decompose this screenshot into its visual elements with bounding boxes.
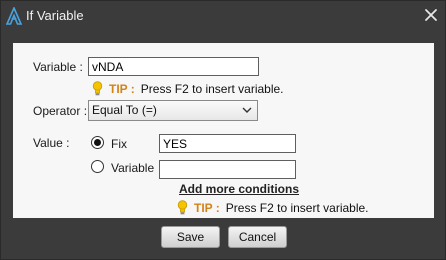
lightbulb-icon bbox=[92, 81, 103, 96]
fix-value-input[interactable] bbox=[159, 134, 296, 153]
cancel-button[interactable]: Cancel bbox=[228, 226, 287, 248]
tip-label: TIP : bbox=[109, 81, 135, 96]
operator-select[interactable]: Equal To (=) bbox=[88, 100, 258, 121]
operator-selected-value: Equal To (=) bbox=[92, 103, 157, 117]
if-variable-dialog: If Variable Variable : TIP : Press F2 to… bbox=[0, 0, 446, 260]
tip-text: Press F2 to insert variable. bbox=[225, 200, 369, 215]
value-label: Value : bbox=[33, 136, 70, 150]
app-logo-icon bbox=[6, 7, 22, 25]
title-bar: If Variable bbox=[1, 1, 445, 31]
save-button[interactable]: Save bbox=[161, 226, 220, 248]
window-title: If Variable bbox=[26, 8, 84, 23]
operator-label: Operator : bbox=[33, 104, 88, 118]
variable-input[interactable] bbox=[88, 57, 259, 76]
variable-option-label: Variable bbox=[111, 161, 155, 175]
chevron-down-icon bbox=[242, 107, 252, 113]
close-x-icon[interactable] bbox=[423, 7, 439, 23]
tip-label: TIP : bbox=[194, 200, 220, 215]
tip-row-2: TIP : Press F2 to insert variable. bbox=[177, 200, 369, 215]
fix-option-label: Fix bbox=[111, 137, 127, 151]
tip-row-1: TIP : Press F2 to insert variable. bbox=[92, 81, 284, 96]
variable-label: Variable : bbox=[33, 60, 83, 74]
variable-value-input[interactable] bbox=[159, 160, 296, 179]
form-panel: Variable : TIP : Press F2 to insert vari… bbox=[13, 43, 434, 218]
lightbulb-icon bbox=[177, 200, 188, 215]
variable-radio[interactable] bbox=[91, 160, 104, 173]
tip-text: Press F2 to insert variable. bbox=[140, 81, 284, 96]
fix-radio[interactable] bbox=[91, 136, 104, 149]
add-more-conditions-link[interactable]: Add more conditions bbox=[179, 182, 299, 196]
